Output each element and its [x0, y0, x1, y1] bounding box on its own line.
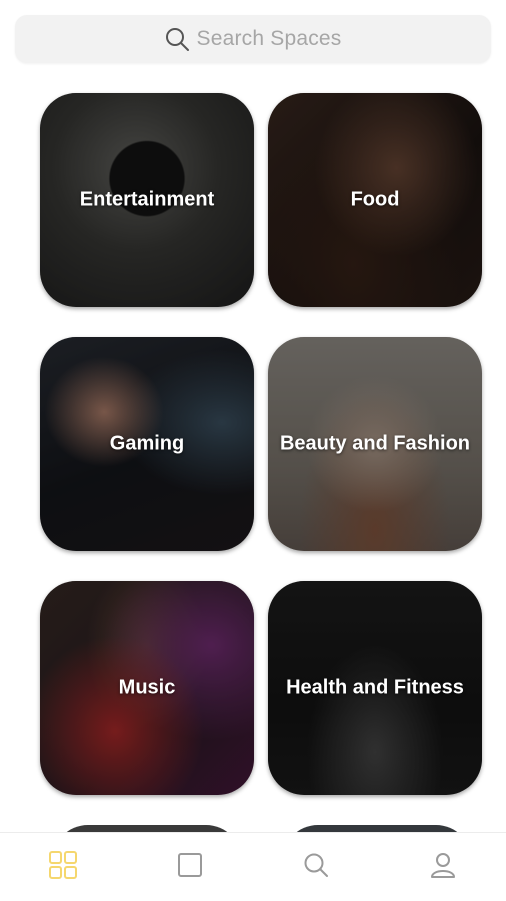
tab-square[interactable]	[160, 837, 220, 897]
search-placeholder: Search Spaces	[196, 27, 342, 50]
space-label: Music	[118, 676, 176, 699]
space-card-food[interactable]: Food	[268, 93, 482, 307]
grid-icon	[48, 850, 78, 885]
space-label: Entertainment	[79, 188, 215, 211]
tab-search[interactable]	[286, 837, 346, 897]
search-icon	[302, 851, 330, 884]
profile-icon	[429, 851, 457, 884]
square-icon	[176, 851, 204, 884]
search-icon	[164, 26, 190, 52]
space-card-entertainment[interactable]: Entertainment	[40, 93, 254, 307]
space-label: Food	[350, 188, 400, 211]
space-label: Health and Fitness	[286, 676, 464, 699]
bottom-tab-bar	[0, 832, 506, 901]
space-card-music[interactable]: Music	[40, 581, 254, 795]
space-label: Gaming	[109, 432, 185, 455]
tab-profile[interactable]	[413, 837, 473, 897]
space-card-beauty-and-fashion[interactable]: Beauty and Fashion	[268, 337, 482, 551]
space-label: Beauty and Fashion	[279, 432, 471, 455]
space-card-health-and-fitness[interactable]: Health and Fitness	[268, 581, 482, 795]
tab-home[interactable]	[33, 837, 93, 897]
space-card-gaming[interactable]: Gaming	[40, 337, 254, 551]
search-bar[interactable]: Search Spaces	[15, 15, 491, 63]
